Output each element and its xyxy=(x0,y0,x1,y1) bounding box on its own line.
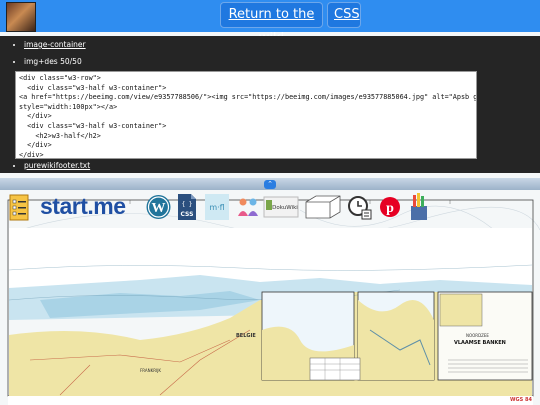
css-button[interactable]: CSS xyxy=(327,2,361,28)
mrfl-icon[interactable]: m·fl xyxy=(204,192,230,222)
bookmark-icon-bar: start.me W { } CSS m·fl DokuWiki p xyxy=(0,192,540,224)
clock-list-icon[interactable] xyxy=(347,192,373,222)
svg-text:m·fl: m·fl xyxy=(209,203,224,212)
wordpress-icon[interactable]: W xyxy=(145,192,172,222)
top-bar: Return to the wiki CSS xyxy=(0,0,540,46)
inset-title: VLAAMSE BANKEN xyxy=(454,340,506,346)
img-des-label: img+des 50/50 xyxy=(24,57,82,66)
map-label-frankrijk: FRANKRIJK xyxy=(140,368,162,373)
startme-logo[interactable]: start.me xyxy=(40,193,126,220)
content-panel: image-container img+des 50/50 <div class… xyxy=(0,36,540,173)
inset-subtitle: NOORDZEE xyxy=(466,333,489,338)
css-file-icon[interactable]: { } CSS xyxy=(176,192,198,222)
svg-text:CSS: CSS xyxy=(181,211,194,218)
wgs-label: WGS 84 xyxy=(510,397,532,403)
collapse-handle-icon[interactable]: ⌃ xyxy=(264,180,276,189)
people-icon[interactable] xyxy=(236,192,260,222)
pencil-cup-icon[interactable] xyxy=(406,192,432,222)
dokuwiki-label: DokuWiki xyxy=(272,205,298,211)
checklist-icon[interactable] xyxy=(8,192,30,222)
svg-text:p: p xyxy=(386,201,394,216)
pinterest-icon[interactable]: p xyxy=(378,192,402,222)
image-container-link[interactable]: image-container xyxy=(24,40,86,49)
return-to-wiki-button[interactable]: Return to the wiki xyxy=(220,2,323,46)
list-item: image-container xyxy=(8,40,86,49)
dokuwiki-icon[interactable]: DokuWiki xyxy=(263,192,299,222)
svg-text:{ }: { } xyxy=(182,201,193,208)
code-textarea[interactable]: <div class="w3-row"> <div class="w3-half… xyxy=(15,71,477,159)
avatar[interactable] xyxy=(6,2,36,32)
svg-text:W: W xyxy=(152,201,166,216)
map-label-belgie: BELGIE xyxy=(236,333,256,339)
list-item: purewikifooter.txt xyxy=(8,161,90,170)
purewikifooter-link[interactable]: purewikifooter.txt xyxy=(24,161,90,170)
box-3d-icon[interactable] xyxy=(302,192,344,222)
list-item: img+des 50/50 xyxy=(8,57,82,66)
